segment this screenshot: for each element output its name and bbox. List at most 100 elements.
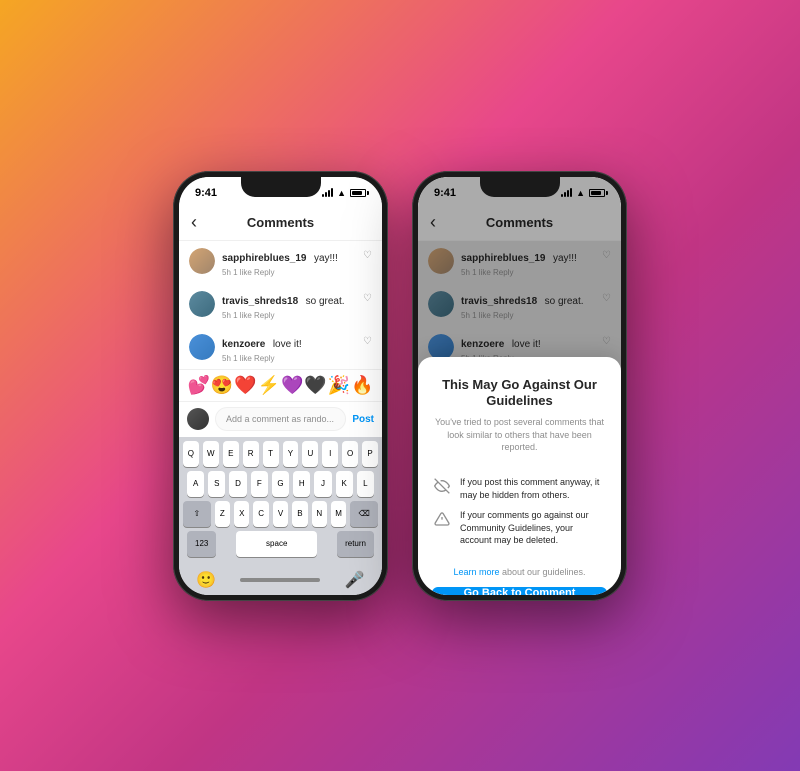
emoji-fire[interactable]: 🔥 bbox=[351, 375, 373, 396]
keyboard-row-3: ⇧ Z X C V B N M ⌫ bbox=[179, 497, 382, 527]
list-item: sapphireblues_19 yay!!! 5h 1 like Reply … bbox=[179, 241, 382, 284]
keyboard-row-2: A S D F G H J K L bbox=[179, 467, 382, 497]
mic-icon[interactable]: 🎤 bbox=[345, 570, 365, 590]
key-z[interactable]: Z bbox=[215, 501, 230, 527]
emoji-heart[interactable]: ❤️ bbox=[234, 375, 256, 396]
key-q[interactable]: Q bbox=[183, 441, 199, 467]
like-icon[interactable]: ♡ bbox=[363, 334, 372, 347]
key-b[interactable]: B bbox=[292, 501, 307, 527]
comment-username: kenzoere bbox=[222, 339, 265, 350]
emoji-hearts[interactable]: 💕 bbox=[187, 375, 209, 396]
like-icon[interactable]: ♡ bbox=[363, 248, 372, 261]
key-c[interactable]: C bbox=[253, 501, 268, 527]
go-back-button[interactable]: Go Back to Comment bbox=[432, 587, 607, 594]
comment-username: travis_shreds18 bbox=[222, 296, 298, 307]
keyboard: Q W E R T Y U I O P A S D F G H bbox=[179, 437, 382, 595]
emoji-love[interactable]: 😍 bbox=[211, 375, 233, 396]
key-shift[interactable]: ⇧ bbox=[183, 501, 211, 527]
key-m[interactable]: M bbox=[331, 501, 346, 527]
like-icon[interactable]: ♡ bbox=[363, 291, 372, 304]
key-space[interactable]: space bbox=[236, 531, 317, 557]
warning-text-2: If your comments go against our Communit… bbox=[460, 509, 607, 547]
comment-text: so great. bbox=[306, 296, 345, 307]
warning-item-1: If you post this comment anyway, it may … bbox=[432, 476, 607, 501]
battery-icon bbox=[350, 189, 366, 197]
learn-more-text: Learn more about our guidelines. bbox=[453, 567, 585, 577]
signal-icon bbox=[322, 188, 333, 197]
notch bbox=[241, 177, 321, 197]
phone-2: 9:41 ▲ ‹ Comments bbox=[412, 171, 627, 601]
key-n[interactable]: N bbox=[312, 501, 327, 527]
list-item: travis_shreds18 so great. 5h 1 like Repl… bbox=[179, 284, 382, 327]
key-w[interactable]: W bbox=[203, 441, 219, 467]
status-icons-1: ▲ bbox=[322, 188, 366, 198]
key-a[interactable]: A bbox=[187, 471, 204, 497]
key-j[interactable]: J bbox=[314, 471, 331, 497]
back-button-1[interactable]: ‹ bbox=[191, 212, 197, 233]
keyboard-bottom-row: 123 space return bbox=[179, 527, 382, 565]
emoji-bar: 💕 😍 ❤️ ⚡ 💜 🖤 🎉 🔥 bbox=[179, 369, 382, 401]
key-e[interactable]: E bbox=[223, 441, 239, 467]
key-s[interactable]: S bbox=[208, 471, 225, 497]
avatar bbox=[189, 291, 215, 317]
key-l[interactable]: L bbox=[357, 471, 374, 497]
key-return[interactable]: return bbox=[337, 531, 374, 557]
phone-1: 9:41 ▲ ‹ Comments bbox=[173, 171, 388, 601]
key-u[interactable]: U bbox=[302, 441, 318, 467]
comments-list-1: sapphireblues_19 yay!!! 5h 1 like Reply … bbox=[179, 241, 382, 369]
comment-username: sapphireblues_19 bbox=[222, 253, 306, 264]
warning-triangle-icon bbox=[432, 509, 452, 529]
guidelines-modal: This May Go Against Our Guidelines You'v… bbox=[418, 357, 621, 595]
nav-bar-1: ‹ Comments bbox=[179, 205, 382, 241]
hidden-icon bbox=[432, 476, 452, 496]
key-g[interactable]: G bbox=[272, 471, 289, 497]
phones-container: 9:41 ▲ ‹ Comments bbox=[173, 171, 627, 601]
warning-text-1: If you post this comment anyway, it may … bbox=[460, 476, 607, 501]
key-k[interactable]: K bbox=[336, 471, 353, 497]
key-delete[interactable]: ⌫ bbox=[350, 501, 378, 527]
emoji-purple[interactable]: 💜 bbox=[281, 375, 303, 396]
key-x[interactable]: X bbox=[234, 501, 249, 527]
time-1: 9:41 bbox=[195, 187, 217, 199]
modal-title: This May Go Against Our Guidelines bbox=[432, 377, 607, 411]
notch-2 bbox=[480, 177, 560, 197]
comment-meta: 5h 1 like Reply bbox=[222, 268, 356, 277]
phone-1-screen: 9:41 ▲ ‹ Comments bbox=[179, 177, 382, 595]
avatar bbox=[189, 248, 215, 274]
key-v[interactable]: V bbox=[273, 501, 288, 527]
comment-input-bar: Add a comment as rando... Post bbox=[179, 401, 382, 437]
key-f[interactable]: F bbox=[251, 471, 268, 497]
key-i[interactable]: I bbox=[322, 441, 338, 467]
learn-more-link[interactable]: Learn more bbox=[453, 567, 499, 577]
key-p[interactable]: P bbox=[362, 441, 378, 467]
emoji-black[interactable]: 🖤 bbox=[304, 375, 326, 396]
post-button[interactable]: Post bbox=[352, 414, 374, 425]
comment-input[interactable]: Add a comment as rando... bbox=[215, 407, 346, 431]
key-t[interactable]: T bbox=[263, 441, 279, 467]
comment-meta: 5h 1 like Reply bbox=[222, 311, 356, 320]
key-y[interactable]: Y bbox=[283, 441, 299, 467]
emoji-lightning[interactable]: ⚡ bbox=[258, 375, 280, 396]
emoji-party[interactable]: 🎉 bbox=[328, 375, 350, 396]
comment-meta: 5h 1 like Reply bbox=[222, 354, 356, 363]
nav-title-1: Comments bbox=[247, 215, 314, 230]
warning-item-2: If your comments go against our Communit… bbox=[432, 509, 607, 547]
comment-body: sapphireblues_19 yay!!! 5h 1 like Reply bbox=[222, 248, 356, 277]
key-r[interactable]: R bbox=[243, 441, 259, 467]
key-d[interactable]: D bbox=[229, 471, 246, 497]
phone-2-screen: 9:41 ▲ ‹ Comments bbox=[418, 177, 621, 595]
key-o[interactable]: O bbox=[342, 441, 358, 467]
wifi-icon: ▲ bbox=[337, 188, 346, 198]
input-placeholder: Add a comment as rando... bbox=[226, 414, 334, 424]
keyboard-bottom-bar: 🙂 🎤 bbox=[179, 565, 382, 595]
comment-text: yay!!! bbox=[314, 253, 338, 264]
key-h[interactable]: H bbox=[293, 471, 310, 497]
home-indicator bbox=[240, 578, 320, 582]
modal-subtitle: You've tried to post several comments th… bbox=[432, 416, 607, 454]
comment-body: kenzoere love it! 5h 1 like Reply bbox=[222, 334, 356, 363]
user-avatar bbox=[187, 408, 209, 430]
avatar bbox=[189, 334, 215, 360]
key-123[interactable]: 123 bbox=[187, 531, 216, 557]
keyboard-row-1: Q W E R T Y U I O P bbox=[179, 437, 382, 467]
emoji-keyboard-icon[interactable]: 🙂 bbox=[196, 570, 216, 590]
